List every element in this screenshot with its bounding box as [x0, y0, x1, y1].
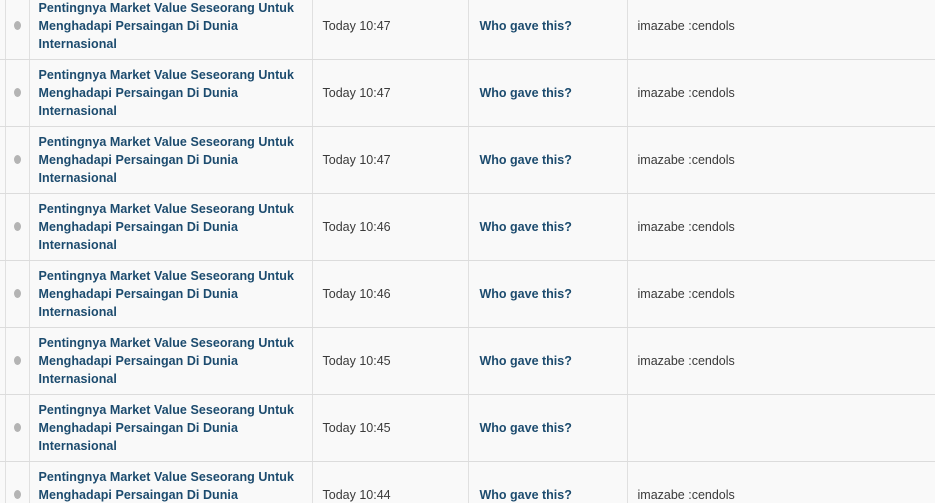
- thread-status-cell[interactable]: [4, 193, 30, 261]
- thread-status-cell[interactable]: [4, 461, 30, 503]
- thread-timestamp-cell: Today 10:46: [312, 260, 469, 328]
- table-row[interactable]: Pentingnya Market Value Seseorang Untuk …: [0, 260, 935, 328]
- thread-title-cell: Pentingnya Market Value Seseorang Untuk …: [29, 126, 313, 194]
- table-row[interactable]: Pentingnya Market Value Seseorang Untuk …: [0, 461, 935, 503]
- thread-timestamp-cell: Today 10:47: [312, 0, 469, 60]
- thread-timestamp-cell: Today 10:45: [312, 394, 469, 462]
- table-row[interactable]: Pentingnya Market Value Seseorang Untuk …: [0, 193, 935, 261]
- thread-timestamp-cell: Today 10:47: [312, 59, 469, 127]
- thread-status-cell[interactable]: [4, 126, 30, 194]
- table-row[interactable]: Pentingnya Market Value Seseorang Untuk …: [0, 0, 935, 60]
- who-gave-this-link[interactable]: Who gave this?: [480, 354, 572, 368]
- thread-timestamp-cell: Today 10:46: [312, 193, 469, 261]
- who-gave-this-link[interactable]: Who gave this?: [480, 287, 572, 301]
- table-row[interactable]: Pentingnya Market Value Seseorang Untuk …: [0, 126, 935, 194]
- who-gave-this-cell: Who gave this?: [468, 126, 628, 194]
- giver-username-cell: imazabe :cendols: [627, 327, 935, 395]
- thread-title-cell: Pentingnya Market Value Seseorang Untuk …: [29, 193, 313, 261]
- giver-username-cell: imazabe :cendols: [627, 461, 935, 503]
- thread-title-link[interactable]: Pentingnya Market Value Seseorang Untuk …: [39, 334, 298, 388]
- gray-dot-icon: [13, 88, 21, 98]
- who-gave-this-cell: Who gave this?: [468, 394, 628, 462]
- gray-dot-icon: [13, 289, 21, 299]
- thread-status-cell[interactable]: [4, 59, 30, 127]
- gray-dot-icon: [13, 423, 21, 433]
- who-gave-this-link[interactable]: Who gave this?: [480, 86, 572, 100]
- thread-title-link[interactable]: Pentingnya Market Value Seseorang Untuk …: [39, 468, 298, 503]
- gray-dot-icon: [13, 222, 21, 232]
- thread-timestamp: Today 10:47: [322, 86, 391, 100]
- giver-username-cell: imazabe :cendols: [627, 126, 935, 194]
- who-gave-this-link[interactable]: Who gave this?: [480, 421, 572, 435]
- giver-username: imazabe :cendols: [637, 354, 735, 368]
- giver-username: imazabe :cendols: [637, 86, 735, 100]
- giver-username-cell: imazabe :cendols: [627, 260, 935, 328]
- thread-timestamp-cell: Today 10:47: [312, 126, 469, 194]
- thread-title-link[interactable]: Pentingnya Market Value Seseorang Untuk …: [39, 0, 298, 53]
- page-viewport: Pentingnya Market Value Seseorang Untuk …: [0, 0, 935, 503]
- thread-title-link[interactable]: Pentingnya Market Value Seseorang Untuk …: [39, 401, 298, 455]
- gray-dot-icon: [13, 155, 21, 165]
- thread-timestamp: Today 10:46: [322, 220, 391, 234]
- thread-timestamp: Today 10:44: [322, 488, 391, 502]
- thread-timestamp: Today 10:46: [322, 287, 391, 301]
- table-row[interactable]: Pentingnya Market Value Seseorang Untuk …: [0, 327, 935, 395]
- thread-list-scroll-area[interactable]: Pentingnya Market Value Seseorang Untuk …: [0, 0, 935, 503]
- giver-username-cell: imazabe :cendols: [627, 0, 935, 60]
- thread-title-cell: Pentingnya Market Value Seseorang Untuk …: [29, 0, 313, 60]
- thread-title-link[interactable]: Pentingnya Market Value Seseorang Untuk …: [39, 133, 298, 187]
- thread-status-cell[interactable]: [4, 260, 30, 328]
- thread-title-link[interactable]: Pentingnya Market Value Seseorang Untuk …: [39, 66, 298, 120]
- giver-username: imazabe :cendols: [637, 488, 735, 502]
- thread-timestamp-cell: Today 10:45: [312, 327, 469, 395]
- thread-title-cell: Pentingnya Market Value Seseorang Untuk …: [29, 260, 313, 328]
- who-gave-this-cell: Who gave this?: [468, 193, 628, 261]
- thread-status-cell[interactable]: [4, 327, 30, 395]
- table-row[interactable]: Pentingnya Market Value Seseorang Untuk …: [0, 59, 935, 127]
- thread-title-cell: Pentingnya Market Value Seseorang Untuk …: [29, 461, 313, 503]
- thread-timestamp: Today 10:45: [322, 421, 391, 435]
- thread-list-table: Pentingnya Market Value Seseorang Untuk …: [0, 0, 935, 503]
- thread-title-cell: Pentingnya Market Value Seseorang Untuk …: [29, 394, 313, 462]
- who-gave-this-cell: Who gave this?: [468, 0, 628, 60]
- who-gave-this-link[interactable]: Who gave this?: [480, 220, 572, 234]
- thread-timestamp: Today 10:47: [322, 153, 391, 167]
- who-gave-this-cell: Who gave this?: [468, 327, 628, 395]
- gray-dot-icon: [13, 490, 21, 500]
- thread-title-cell: Pentingnya Market Value Seseorang Untuk …: [29, 59, 313, 127]
- who-gave-this-cell: Who gave this?: [468, 59, 628, 127]
- thread-timestamp-cell: Today 10:44: [312, 461, 469, 503]
- giver-username: imazabe :cendols: [637, 153, 735, 167]
- giver-username-cell: imazabe :cendols: [627, 59, 935, 127]
- who-gave-this-link[interactable]: Who gave this?: [480, 153, 572, 167]
- thread-status-cell[interactable]: [4, 394, 30, 462]
- thread-title-link[interactable]: Pentingnya Market Value Seseorang Untuk …: [39, 267, 298, 321]
- thread-timestamp: Today 10:47: [322, 19, 391, 33]
- thread-title-cell: Pentingnya Market Value Seseorang Untuk …: [29, 327, 313, 395]
- who-gave-this-cell: Who gave this?: [468, 260, 628, 328]
- thread-title-link[interactable]: Pentingnya Market Value Seseorang Untuk …: [39, 200, 298, 254]
- thread-timestamp: Today 10:45: [322, 354, 391, 368]
- who-gave-this-link[interactable]: Who gave this?: [480, 19, 572, 33]
- table-row[interactable]: Pentingnya Market Value Seseorang Untuk …: [0, 394, 935, 462]
- thread-status-cell[interactable]: [4, 0, 30, 60]
- giver-username-cell: imazabe :cendols: [627, 193, 935, 261]
- gray-dot-icon: [13, 356, 21, 366]
- who-gave-this-link[interactable]: Who gave this?: [480, 488, 572, 502]
- who-gave-this-cell: Who gave this?: [468, 461, 628, 503]
- giver-username: imazabe :cendols: [637, 287, 735, 301]
- giver-username: imazabe :cendols: [637, 220, 735, 234]
- giver-username-cell: [627, 394, 935, 462]
- giver-username: imazabe :cendols: [637, 19, 735, 33]
- thread-list-body: Pentingnya Market Value Seseorang Untuk …: [0, 0, 935, 503]
- gray-dot-icon: [13, 21, 21, 31]
